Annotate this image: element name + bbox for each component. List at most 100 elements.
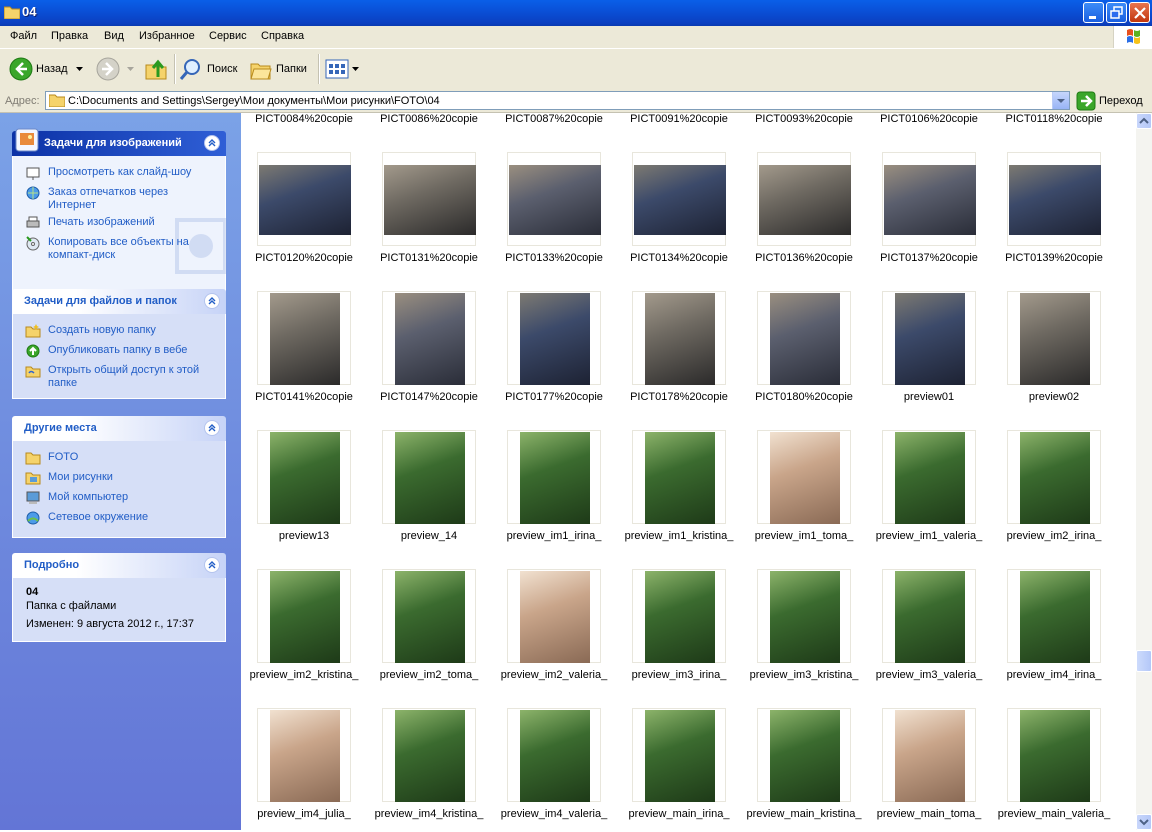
file-item[interactable]: PICT0084%20copie [241, 113, 353, 148]
menu-favorites[interactable]: Избранное [139, 30, 195, 42]
address-dropdown-button[interactable] [1052, 92, 1069, 109]
file-thumbnail[interactable] [382, 569, 476, 663]
menu-edit[interactable]: Правка [51, 30, 88, 42]
file-thumbnail[interactable] [507, 569, 601, 663]
file-thumbnail[interactable] [757, 152, 851, 246]
scroll-thumb[interactable] [1136, 650, 1152, 672]
file-item[interactable]: preview02 [991, 291, 1101, 426]
forward-button[interactable] [94, 49, 138, 89]
file-item[interactable]: preview_main_valeria_ [991, 708, 1110, 830]
file-thumbnail[interactable] [882, 708, 976, 802]
file-thumbnail[interactable] [882, 430, 976, 524]
file-thumbnail[interactable] [257, 430, 351, 524]
file-thumbnail[interactable] [632, 569, 726, 663]
file-item[interactable]: PICT0106%20copie [866, 113, 978, 148]
file-thumbnail[interactable] [507, 708, 601, 802]
file-thumbnail[interactable] [507, 152, 601, 246]
file-thumbnail[interactable] [632, 291, 726, 385]
minimize-button[interactable] [1083, 2, 1104, 23]
file-thumbnail[interactable] [757, 569, 851, 663]
file-thumbnail[interactable] [632, 152, 726, 246]
file-item[interactable]: PICT0178%20copie [616, 291, 728, 426]
file-item[interactable]: preview_im4_valeria_ [491, 708, 607, 830]
file-item[interactable]: preview_im4_irina_ [991, 569, 1101, 704]
file-item[interactable]: PICT0147%20copie [366, 291, 478, 426]
file-item[interactable]: preview_im2_irina_ [991, 430, 1101, 565]
file-item[interactable]: PICT0086%20copie [366, 113, 478, 148]
file-thumbnail[interactable] [257, 569, 351, 663]
file-thumbnail[interactable] [1007, 708, 1101, 802]
search-button[interactable]: Поиск [179, 49, 243, 89]
collapse-chevron-icon[interactable] [204, 557, 220, 573]
file-item[interactable]: preview_im2_toma_ [366, 569, 478, 704]
file-thumbnail[interactable] [1007, 152, 1101, 246]
file-thumbnail[interactable] [507, 430, 601, 524]
menu-tools[interactable]: Сервис [209, 30, 247, 42]
file-item[interactable]: preview_im1_toma_ [741, 430, 853, 565]
file-item[interactable]: preview01 [866, 291, 976, 426]
file-thumbnail[interactable] [382, 430, 476, 524]
file-thumbnail[interactable] [632, 430, 726, 524]
file-item[interactable]: PICT0141%20copie [241, 291, 353, 426]
file-thumbnail[interactable] [257, 152, 351, 246]
file-item[interactable]: preview_im4_kristina_ [366, 708, 483, 830]
menu-file[interactable]: Файл [10, 30, 37, 42]
panel-header[interactable]: Задачи для изображений [12, 128, 226, 156]
file-item[interactable]: PICT0180%20copie [741, 291, 853, 426]
file-item[interactable]: preview_im3_valeria_ [866, 569, 982, 704]
panel-header[interactable]: Задачи для файлов и папок [12, 289, 226, 314]
folders-button[interactable]: Папки [249, 49, 311, 89]
file-thumbnail[interactable] [382, 708, 476, 802]
file-thumbnail[interactable] [257, 708, 351, 802]
file-thumbnail[interactable] [882, 569, 976, 663]
file-item[interactable]: PICT0139%20copie [991, 152, 1103, 287]
views-button[interactable] [325, 49, 359, 89]
file-item[interactable]: preview_main_kristina_ [741, 708, 861, 830]
file-thumbnail[interactable] [1007, 291, 1101, 385]
file-thumbnail[interactable] [382, 291, 476, 385]
file-thumbnail[interactable] [882, 291, 976, 385]
file-item[interactable]: preview_main_toma_ [866, 708, 981, 830]
scroll-up-button[interactable] [1136, 113, 1152, 129]
file-item[interactable]: PICT0120%20copie [241, 152, 353, 287]
panel-header[interactable]: Подробно [12, 553, 226, 578]
file-thumbnail[interactable] [632, 708, 726, 802]
file-thumbnail[interactable] [257, 291, 351, 385]
file-item[interactable]: PICT0091%20copie [616, 113, 728, 148]
collapse-chevron-icon[interactable] [204, 135, 220, 151]
file-item[interactable]: preview13 [241, 430, 351, 565]
menu-view[interactable]: Вид [104, 30, 124, 42]
file-thumbnail[interactable] [382, 152, 476, 246]
file-item[interactable]: PICT0131%20copie [366, 152, 478, 287]
back-button[interactable]: Назад [6, 49, 86, 89]
address-input[interactable]: C:\Documents and Settings\Sergey\Мои док… [45, 91, 1070, 110]
menu-help[interactable]: Справка [261, 30, 304, 42]
close-button[interactable] [1129, 2, 1150, 23]
up-folder-button[interactable] [144, 49, 170, 89]
file-thumbnail[interactable] [507, 291, 601, 385]
scroll-down-button[interactable] [1136, 814, 1152, 830]
file-item[interactable]: PICT0118%20copie [991, 113, 1102, 148]
file-thumbnail[interactable] [757, 708, 851, 802]
file-item[interactable]: preview_14 [366, 430, 476, 565]
file-item[interactable]: PICT0137%20copie [866, 152, 978, 287]
file-thumbnail[interactable] [757, 291, 851, 385]
restore-button[interactable] [1106, 2, 1127, 23]
file-item[interactable]: preview_im3_irina_ [616, 569, 726, 704]
file-item[interactable]: PICT0134%20copie [616, 152, 728, 287]
file-thumbnail[interactable] [1007, 569, 1101, 663]
file-thumbnail[interactable] [882, 152, 976, 246]
file-item[interactable]: preview_im4_julia_ [241, 708, 351, 830]
file-thumbnail[interactable] [1007, 430, 1101, 524]
file-item[interactable]: preview_im2_valeria_ [491, 569, 607, 704]
file-item[interactable]: preview_im2_kristina_ [241, 569, 358, 704]
panel-header[interactable]: Другие места [12, 416, 226, 441]
file-item[interactable]: PICT0177%20copie [491, 291, 603, 426]
collapse-chevron-icon[interactable] [204, 420, 220, 436]
vertical-scrollbar[interactable] [1136, 113, 1152, 830]
file-item[interactable]: preview_main_irina_ [616, 708, 729, 830]
file-thumbnail[interactable] [757, 430, 851, 524]
collapse-chevron-icon[interactable] [204, 293, 220, 309]
file-item[interactable]: PICT0087%20copie [491, 113, 603, 148]
file-item[interactable]: PICT0136%20copie [741, 152, 853, 287]
